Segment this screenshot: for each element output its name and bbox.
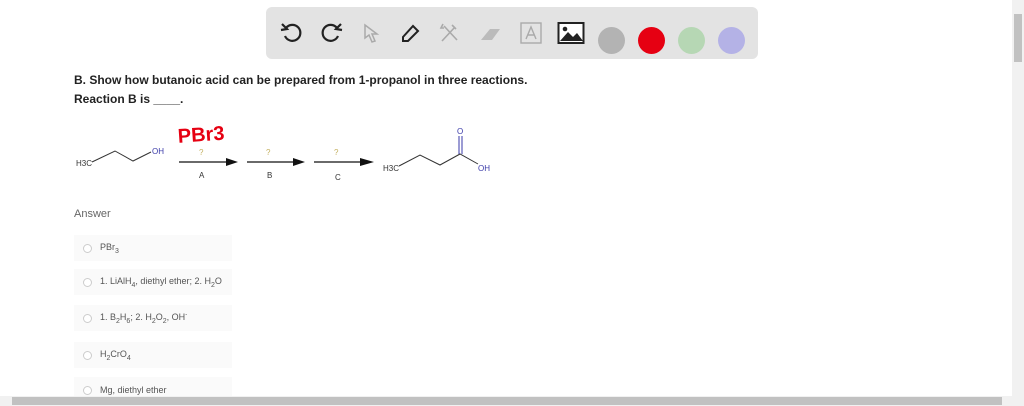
select-icon[interactable] [357, 19, 385, 47]
label-a: A [199, 171, 205, 180]
option-label: 1. B2H6; 2. H2O2, OH- [100, 311, 188, 325]
reaction-scheme: H3C OH PBr3 ? A ? B ? C H3C O OH [76, 123, 490, 182]
color-purple[interactable] [718, 27, 745, 54]
scrollbar-thumb[interactable] [1014, 14, 1022, 62]
question-prompt: Reaction B is ____. [74, 92, 184, 106]
horizontal-scrollbar[interactable] [0, 396, 1024, 406]
radio-button[interactable] [83, 243, 92, 253]
radio-button[interactable] [83, 350, 92, 360]
color-green[interactable] [678, 27, 705, 54]
reactant-h3c: H3C [76, 159, 92, 168]
option-label: H2CrO4 [100, 348, 131, 362]
reactant-skeleton [91, 150, 152, 163]
color-red[interactable] [638, 27, 665, 54]
product-oh: OH [478, 164, 490, 173]
pen-icon[interactable] [397, 19, 425, 47]
color-gray[interactable] [598, 27, 625, 54]
answer-option[interactable]: H2CrO4 [74, 342, 232, 368]
vertical-scrollbar[interactable] [1012, 0, 1024, 396]
option-label: PBr3 [100, 241, 119, 255]
label-c: C [335, 173, 341, 182]
answer-label: Answer [74, 208, 111, 220]
drawing-toolbar [266, 7, 758, 59]
radio-button[interactable] [83, 313, 92, 323]
product-skeleton [398, 153, 479, 167]
answer-option[interactable]: 1. LiAlH4, diethyl ether; 2. H2O [74, 269, 232, 295]
reactant-oh: OH [152, 147, 164, 156]
radio-button[interactable] [83, 277, 92, 287]
radio-button[interactable] [83, 385, 92, 395]
label-b: B [267, 171, 272, 180]
answer-option[interactable]: 1. B2H6; 2. H2O2, OH- [74, 305, 232, 331]
tools-icon[interactable] [436, 19, 464, 47]
handwritten-annotation: PBr3 [177, 123, 225, 148]
scrollbar-thumb[interactable] [12, 397, 1002, 405]
text-icon[interactable] [517, 19, 545, 47]
question-text: B. Show how butanoic acid can be prepare… [74, 73, 528, 87]
reagent-c: ? [334, 148, 339, 157]
product-o: O [457, 127, 463, 136]
undo-icon[interactable] [278, 19, 306, 47]
eraser-icon[interactable] [477, 19, 505, 47]
reagent-a: ? [199, 148, 204, 157]
reagent-b: ? [266, 148, 271, 157]
image-icon[interactable] [557, 19, 585, 47]
option-label: 1. LiAlH4, diethyl ether; 2. H2O [100, 275, 222, 289]
product-h3c: H3C [383, 164, 399, 173]
answer-option[interactable]: PBr3 [74, 235, 232, 261]
option-label: Mg, diethyl ether [100, 385, 167, 395]
redo-icon[interactable] [317, 19, 345, 47]
